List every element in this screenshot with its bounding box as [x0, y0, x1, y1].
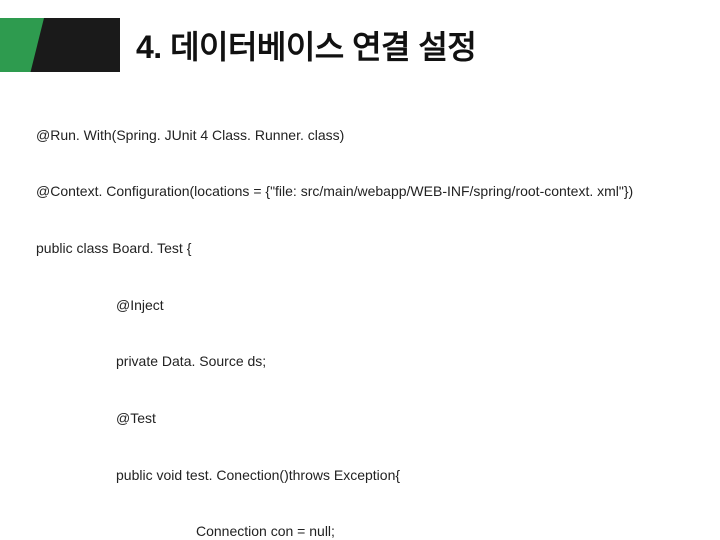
code-line: @Test	[36, 409, 684, 428]
code-line: Connection con = null;	[36, 522, 684, 540]
title-bar: 4. 데이터베이스 연결 설정	[0, 18, 720, 72]
code-line: @Context. Configuration(locations = {"fi…	[36, 182, 684, 201]
code-block: @Run. With(Spring. JUnit 4 Class. Runner…	[36, 88, 684, 540]
slide: 4. 데이터베이스 연결 설정 @Run. With(Spring. JUnit…	[0, 0, 720, 540]
slide-title: 4. 데이터베이스 연결 설정	[136, 18, 720, 72]
code-line: @Inject	[36, 296, 684, 315]
code-line: @Run. With(Spring. JUnit 4 Class. Runner…	[36, 126, 684, 145]
code-line: public class Board. Test {	[36, 239, 684, 258]
code-line: private Data. Source ds;	[36, 352, 684, 371]
code-line: public void test. Conection()throws Exce…	[36, 466, 684, 485]
